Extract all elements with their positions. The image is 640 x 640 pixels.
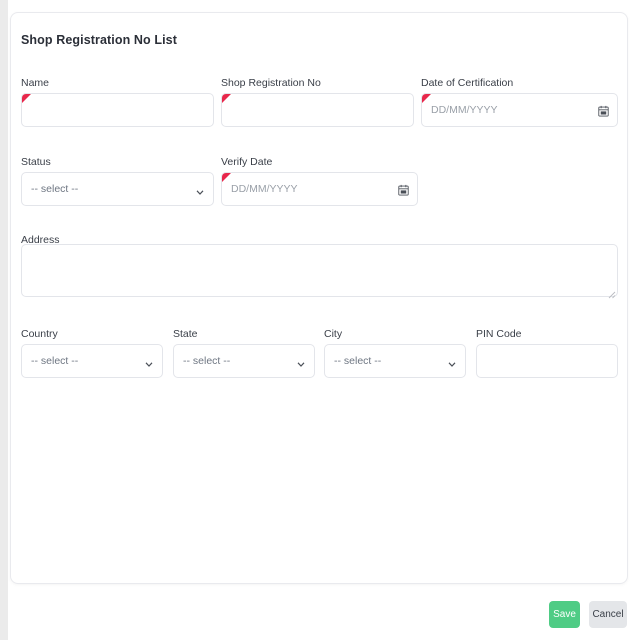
label-city: City	[324, 328, 343, 340]
status-select[interactable]: -- select --	[21, 172, 214, 206]
chevron-down-icon[interactable]	[296, 356, 306, 367]
chevron-down-icon[interactable]	[447, 356, 457, 367]
city-select-value: -- select --	[334, 355, 382, 367]
verify-date-placeholder: DD/MM/YYYY	[231, 183, 298, 195]
country-select[interactable]: -- select --	[21, 344, 163, 378]
label-status: Status	[21, 156, 51, 168]
label-shop-registration-no: Shop Registration No	[221, 77, 321, 89]
cancel-button[interactable]: Cancel	[589, 601, 627, 628]
name-input[interactable]	[21, 93, 214, 127]
label-pin-code: PIN Code	[476, 328, 522, 340]
chevron-down-icon[interactable]	[195, 184, 205, 195]
label-verify-date: Verify Date	[221, 156, 273, 168]
state-select[interactable]: -- select --	[173, 344, 315, 378]
address-textarea[interactable]	[21, 244, 618, 299]
pin-code-input[interactable]	[476, 344, 618, 378]
required-marker-icon	[422, 94, 431, 103]
status-select-value: -- select --	[31, 183, 79, 195]
calendar-icon[interactable]	[398, 183, 409, 196]
save-button[interactable]: Save	[549, 601, 580, 628]
resize-handle-icon[interactable]	[607, 286, 616, 299]
city-select[interactable]: -- select --	[324, 344, 466, 378]
required-marker-icon	[222, 94, 231, 103]
calendar-icon[interactable]	[598, 104, 609, 117]
page-root: Shop Registration No List Name Shop Regi…	[0, 0, 640, 640]
required-marker-icon	[222, 173, 231, 182]
required-marker-icon	[22, 94, 31, 103]
form-card: Shop Registration No List Name Shop Regi…	[10, 12, 628, 584]
label-name: Name	[21, 77, 50, 89]
date-of-certification-input[interactable]: DD/MM/YYYY	[421, 93, 618, 127]
date-of-certification-placeholder: DD/MM/YYYY	[431, 104, 498, 116]
label-date-of-certification: Date of Certification	[421, 77, 514, 89]
verify-date-input[interactable]: DD/MM/YYYY	[221, 172, 418, 206]
label-country: Country	[21, 328, 58, 340]
chevron-down-icon[interactable]	[144, 356, 154, 367]
state-select-value: -- select --	[183, 355, 231, 367]
left-edge-strip	[0, 0, 8, 640]
page-title: Shop Registration No List	[21, 33, 177, 47]
label-state: State	[173, 328, 198, 340]
country-select-value: -- select --	[31, 355, 79, 367]
shop-registration-no-input[interactable]	[221, 93, 414, 127]
